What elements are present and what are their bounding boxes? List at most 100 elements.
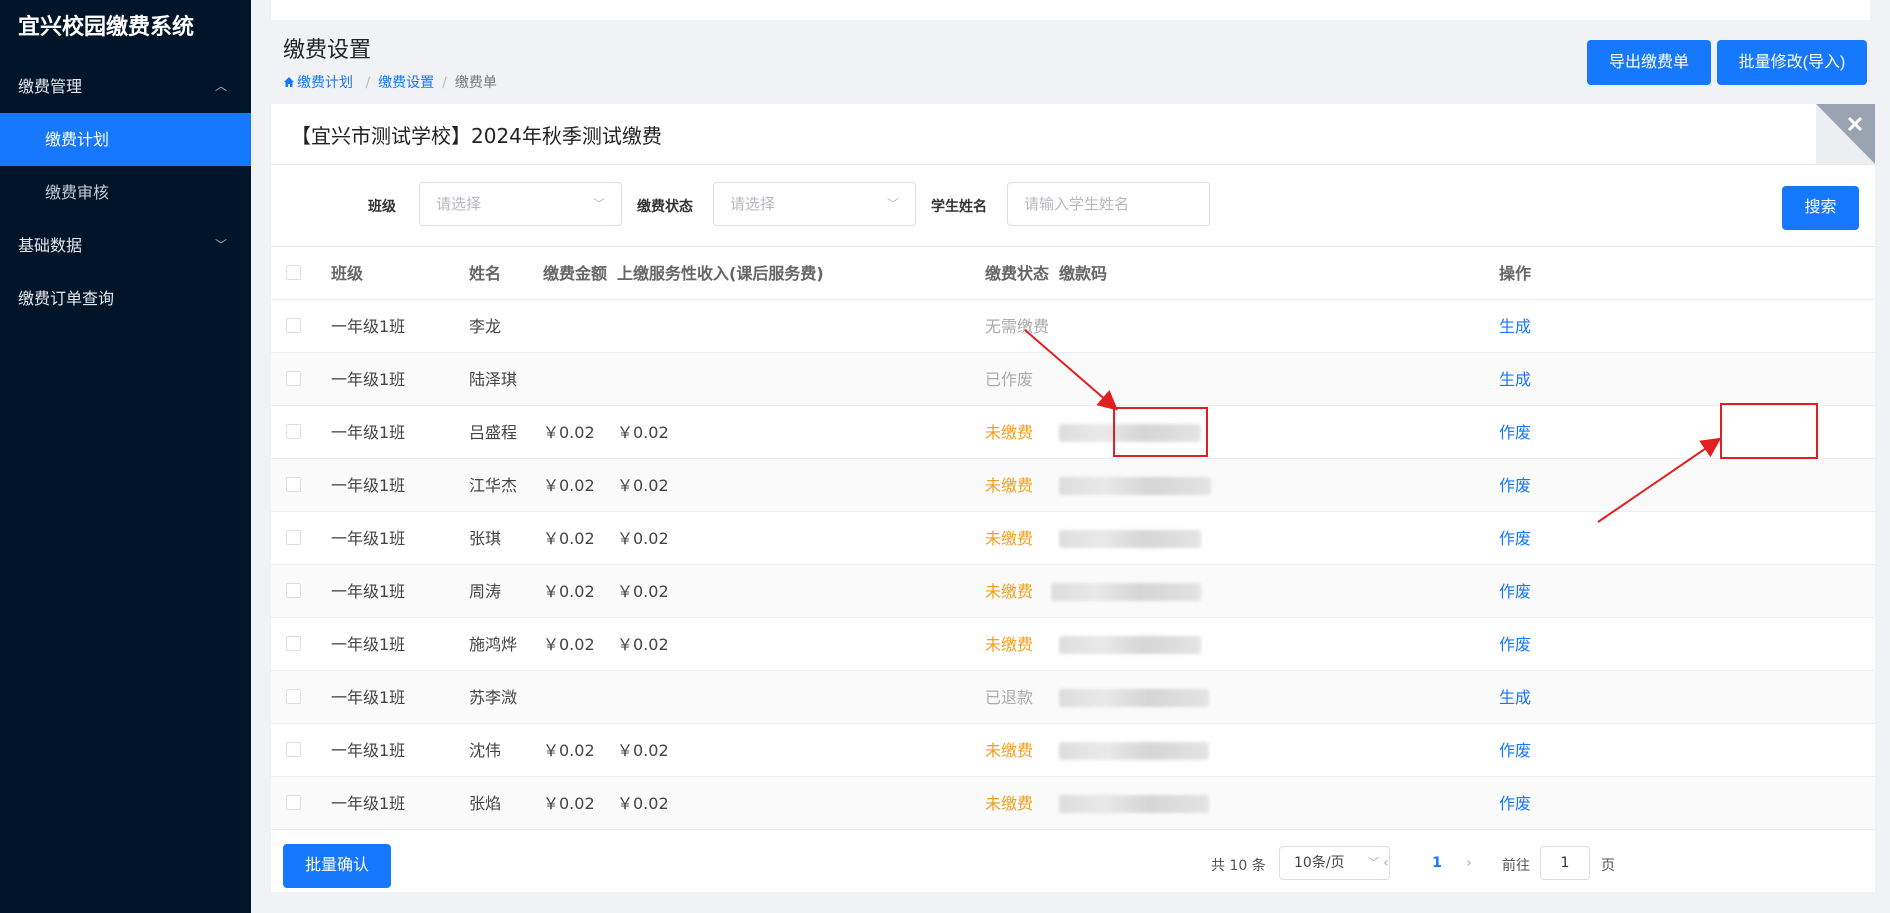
row-checkbox[interactable] xyxy=(286,689,301,704)
name-filter-label: 学生姓名 xyxy=(931,199,987,215)
void-link[interactable]: 作废 xyxy=(1499,459,1531,512)
cell-service-fee: ￥0.02 xyxy=(617,741,669,760)
column-header-status: 缴费状态 xyxy=(985,264,1050,283)
cell-service-fee: ￥0.02 xyxy=(617,794,669,813)
batch-confirm-button[interactable]: 批量确认 xyxy=(283,844,391,888)
goto-label: 前往 xyxy=(1502,858,1530,874)
cell-status: 已作废 xyxy=(985,370,1034,389)
void-link[interactable]: 作废 xyxy=(1499,724,1531,777)
status-select[interactable]: 请选择 ﹀ xyxy=(713,182,916,226)
divider xyxy=(271,164,1875,165)
void-link[interactable]: 作废 xyxy=(1499,565,1531,618)
void-link[interactable]: 作废 xyxy=(1499,512,1531,565)
chevron-down-icon: ﹀ xyxy=(886,197,899,211)
cell-name: 张焰 xyxy=(469,794,502,813)
menu-group-base-data[interactable]: 基础数据 ﹀ xyxy=(0,219,251,272)
row-checkbox[interactable] xyxy=(286,371,301,386)
payment-code-redacted xyxy=(1051,583,1201,601)
class-select[interactable]: 请选择 ﹀ xyxy=(419,182,622,226)
menu-item-label: 缴费计划 xyxy=(45,130,110,149)
cell-class: 一年级1班 xyxy=(331,635,406,654)
select-all-checkbox[interactable] xyxy=(286,265,301,280)
payment-code-redacted xyxy=(1059,742,1209,760)
cell-amount: ￥0.02 xyxy=(543,794,595,813)
cell-name: 李龙 xyxy=(469,317,502,336)
breadcrumb-item-payment-settings[interactable]: 缴费设置 xyxy=(378,75,434,91)
sidebar: 宜兴校园缴费系统 缴费管理 ︿ 缴费计划 缴费审核 基础数据 ﹀ 缴费订单查询 xyxy=(0,0,251,913)
table-row: 一年级1班 陆泽琪 已作废 生成 xyxy=(271,353,1875,406)
prev-page-icon[interactable]: ‹ xyxy=(1374,846,1398,880)
next-page-icon[interactable]: › xyxy=(1457,846,1481,880)
row-checkbox[interactable] xyxy=(286,477,301,492)
page-number-current[interactable]: 1 xyxy=(1423,846,1451,880)
search-button[interactable]: 搜索 xyxy=(1782,186,1859,230)
table-row: 一年级1班 周涛 ￥0.02 ￥0.02 未缴费 作废 xyxy=(271,565,1875,618)
row-checkbox[interactable] xyxy=(286,583,301,598)
cell-amount: ￥0.02 xyxy=(543,423,595,442)
menu-item-payment-review[interactable]: 缴费审核 xyxy=(0,166,251,219)
breadcrumb-item-payment-plan[interactable]: 缴费计划 xyxy=(283,75,357,91)
void-link[interactable]: 作废 xyxy=(1499,777,1531,830)
cell-class: 一年级1班 xyxy=(331,582,406,601)
student-name-input[interactable]: 请输入学生姓名 xyxy=(1007,182,1210,226)
chevron-down-icon: ﹀ xyxy=(214,238,227,252)
row-checkbox[interactable] xyxy=(286,795,301,810)
breadcrumb-separator: / xyxy=(365,75,371,91)
cell-status: 未缴费 xyxy=(985,582,1034,601)
payment-code-redacted xyxy=(1059,689,1209,707)
cell-amount: ￥0.02 xyxy=(543,741,595,760)
home-icon xyxy=(284,77,294,87)
void-link[interactable]: 作废 xyxy=(1499,618,1531,671)
breadcrumb-separator: / xyxy=(442,75,447,91)
cell-name: 张琪 xyxy=(469,529,502,548)
row-checkbox[interactable] xyxy=(286,742,301,757)
table-row: 一年级1班 吕盛程 ￥0.02 ￥0.02 未缴费 作废 xyxy=(271,406,1875,459)
page-size-value: 10条/页 xyxy=(1294,855,1345,871)
chevron-down-icon: ﹀ xyxy=(592,197,605,211)
column-header-service-fee: 上缴服务性收入(课后服务费) xyxy=(617,264,824,283)
batch-edit-import-button[interactable]: 批量修改(导入) xyxy=(1717,40,1867,85)
chevron-up-icon: ︿ xyxy=(214,79,227,93)
breadcrumb: 缴费计划 / 缴费设置 / 缴费单 xyxy=(283,72,497,92)
cell-name: 苏李溦 xyxy=(469,688,518,707)
cell-amount: ￥0.02 xyxy=(543,635,595,654)
export-payment-button[interactable]: 导出缴费单 xyxy=(1587,40,1711,85)
goto-page-input[interactable]: 1 xyxy=(1540,846,1590,880)
cell-name: 吕盛程 xyxy=(469,423,518,442)
goto-suffix: 页 xyxy=(1601,858,1615,874)
main-area: 缴费设置 缴费计划 / 缴费设置 / 缴费单 导出缴费单 批量修改(导入) 【宜兴市测… xyxy=(251,0,1890,913)
generate-link[interactable]: 生成 xyxy=(1499,353,1531,406)
menu-item-payment-plan[interactable]: 缴费计划 xyxy=(0,113,251,166)
cell-service-fee: ￥0.02 xyxy=(617,635,669,654)
payment-code-redacted xyxy=(1059,795,1209,813)
cell-status: 无需缴费 xyxy=(985,317,1050,336)
generate-link[interactable]: 生成 xyxy=(1499,671,1531,724)
payment-table: 班级 姓名 缴费金额 上缴服务性收入(课后服务费) 缴费状态 缴款码 操作 一年… xyxy=(271,247,1875,830)
student-name-placeholder: 请输入学生姓名 xyxy=(1024,195,1130,213)
menu-group-payment-management[interactable]: 缴费管理 ︿ xyxy=(0,60,251,113)
cell-status: 未缴费 xyxy=(985,794,1034,813)
cell-service-fee: ￥0.02 xyxy=(617,423,669,442)
menu-group-order-query[interactable]: 缴费订单查询 xyxy=(0,272,251,325)
close-icon[interactable] xyxy=(1816,104,1875,164)
cell-name: 江华杰 xyxy=(469,476,518,495)
cell-class: 一年级1班 xyxy=(331,794,406,813)
table-row: 一年级1班 江华杰 ￥0.02 ￥0.02 未缴费 作废 xyxy=(271,459,1875,512)
payment-code-redacted xyxy=(1059,477,1211,495)
generate-link[interactable]: 生成 xyxy=(1499,300,1531,353)
row-checkbox[interactable] xyxy=(286,424,301,439)
cell-name: 沈伟 xyxy=(469,741,502,760)
column-header-amount: 缴费金额 xyxy=(543,264,608,283)
void-link[interactable]: 作废 xyxy=(1499,406,1531,459)
row-checkbox[interactable] xyxy=(286,636,301,651)
cell-class: 一年级1班 xyxy=(331,423,406,442)
cell-class: 一年级1班 xyxy=(331,688,406,707)
cell-status: 未缴费 xyxy=(985,476,1034,495)
cell-name: 陆泽琪 xyxy=(469,370,518,389)
row-checkbox[interactable] xyxy=(286,530,301,545)
menu-item-label: 缴费审核 xyxy=(45,183,110,202)
cell-status: 未缴费 xyxy=(985,635,1034,654)
row-checkbox[interactable] xyxy=(286,318,301,333)
status-select-placeholder: 请选择 xyxy=(730,195,776,213)
app-title: 宜兴校园缴费系统 xyxy=(18,15,195,40)
